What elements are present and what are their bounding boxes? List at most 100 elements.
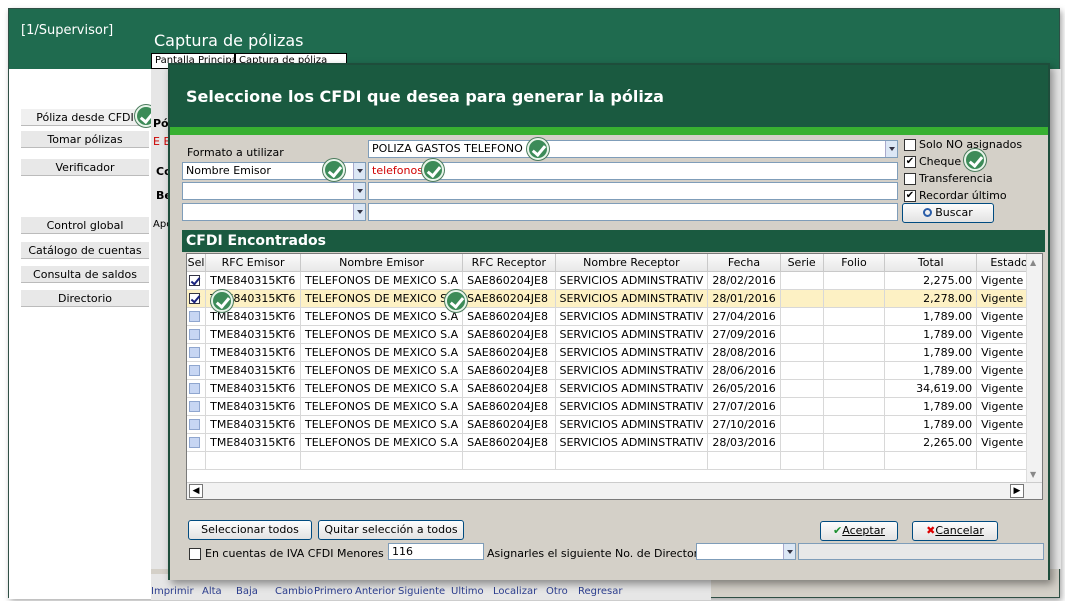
check-badge-icon [323, 159, 345, 181]
option-recordar-ultimo-checkbox[interactable]: ✔ [904, 190, 916, 202]
toolbar-baja[interactable]: Baja [236, 586, 258, 597]
iva-checkbox[interactable] [189, 548, 201, 560]
cell-nombre-emisor: TELEFONOS DE MEXICO S.A [300, 433, 464, 452]
col-nombre-emisor[interactable]: Nombre Emisor [300, 254, 464, 272]
toolbar-cambio[interactable]: Cambio [275, 586, 313, 597]
cell-serie [780, 361, 824, 380]
chevron-down-icon[interactable] [353, 163, 365, 179]
col-serie[interactable]: Serie [780, 254, 824, 272]
clear-selection-button[interactable]: Quitar selección a todos [318, 520, 464, 540]
cell-sel[interactable] [187, 289, 207, 308]
filter2-field-select[interactable] [182, 182, 366, 200]
cell-total: 2,275.00 [884, 271, 978, 290]
row-select-checkbox[interactable] [189, 383, 200, 394]
cell-sel[interactable] [187, 397, 207, 416]
option-solo-no-asignados-checkbox[interactable] [904, 139, 916, 151]
table-row[interactable]: TME840315KT6 TELEFONOS DE MEXICO S.A SAE86… [187, 307, 1042, 326]
sidebar-item-verificador[interactable]: Verificador [21, 159, 149, 176]
sidebar-item-tomar-polizas[interactable]: Tomar pólizas [21, 131, 149, 148]
sidebar-item-consulta-saldos[interactable]: Consulta de saldos [21, 266, 149, 283]
cell-sel[interactable] [187, 325, 207, 344]
search-button[interactable]: Buscar [902, 203, 994, 223]
row-select-checkbox[interactable] [189, 437, 200, 448]
table-row[interactable]: TME840315KT6 TELEFONOS DE MEXICO S.A SAE86… [187, 271, 1042, 290]
cell-sel[interactable] [187, 433, 207, 452]
table-row[interactable]: TME840315KT6 TELEFONOS DE MEXICO S.A SAE86… [187, 415, 1042, 434]
sidebar-item-control-global[interactable]: Control global [21, 217, 149, 234]
option-transferencia-checkbox[interactable] [904, 173, 916, 185]
horizontal-scrollbar[interactable]: ◀ ▶ [187, 482, 1042, 499]
chevron-down-icon[interactable] [783, 544, 795, 559]
row-select-checkbox[interactable] [189, 329, 200, 340]
filter3-value-input[interactable] [368, 203, 898, 221]
accept-button-label: Aceptar [842, 524, 885, 537]
toolbar-siguiente[interactable]: Siguiente [398, 586, 445, 597]
filter1-value-input[interactable]: telefonos [368, 162, 898, 180]
toolbar-localizar[interactable]: Localizar [493, 586, 537, 597]
row-select-checkbox[interactable] [189, 275, 200, 286]
table-row[interactable]: TME840315KT6 TELEFONOS DE MEXICO S.A SAE86… [187, 289, 1042, 308]
col-nombre-receptor[interactable]: Nombre Receptor [555, 254, 709, 272]
col-fecha[interactable]: Fecha [707, 254, 781, 272]
scroll-left-icon[interactable]: ◀ [189, 484, 203, 498]
filter1-field-value: Nombre Emisor [186, 164, 271, 177]
filter2-value-input[interactable] [368, 182, 898, 200]
filter3-field-select[interactable] [182, 203, 366, 221]
row-select-checkbox[interactable] [189, 365, 200, 376]
toolbar-primero[interactable]: Primero [314, 586, 353, 597]
col-rfc-receptor[interactable]: RFC Receptor [462, 254, 556, 272]
accept-button[interactable]: ✔Aceptar [820, 521, 898, 541]
option-cheque-checkbox[interactable]: ✔ [904, 156, 916, 168]
table-row[interactable]: TME840315KT6 TELEFONOS DE MEXICO S.A SAE86… [187, 325, 1042, 344]
col-rfc-emisor[interactable]: RFC Emisor [205, 254, 302, 272]
table-row[interactable]: TME840315KT6 TELEFONOS DE MEXICO S.A SAE86… [187, 379, 1042, 398]
sidebar: Póliza desde CFDI Tomar pólizas Verifica… [9, 69, 157, 599]
cell-sel[interactable] [187, 379, 207, 398]
cancel-button[interactable]: ✖Cancelar [912, 521, 998, 541]
toolbar-imprimir[interactable]: Imprimir [151, 586, 194, 597]
table-row[interactable]: TME840315KT6 TELEFONOS DE MEXICO S.A SAE86… [187, 433, 1042, 452]
select-all-button[interactable]: Seleccionar todos [188, 520, 312, 540]
vertical-scrollbar[interactable]: ▲ ▼ [1026, 254, 1042, 483]
toolbar-anterior[interactable]: Anterior [355, 586, 395, 597]
cell-nombre-receptor: SERVICIOS ADMINSTRATIV [555, 379, 709, 398]
cell-serie [780, 379, 824, 398]
iva-threshold-input[interactable]: 116 [388, 543, 484, 560]
scroll-down-icon[interactable]: ▼ [1030, 470, 1036, 479]
toolbar-otro[interactable]: Otro [546, 586, 568, 597]
cell-sel[interactable] [187, 271, 207, 290]
table-row[interactable]: TME840315KT6 TELEFONOS DE MEXICO S.A SAE86… [187, 361, 1042, 380]
chevron-down-icon[interactable] [885, 141, 897, 157]
col-folio[interactable]: Folio [823, 254, 886, 272]
sidebar-item-catalogo-cuentas[interactable]: Catálogo de cuentas [21, 242, 149, 259]
cell-sel[interactable] [187, 415, 207, 434]
row-select-checkbox[interactable] [189, 419, 200, 430]
toolbar-regresar[interactable]: Regresar [578, 586, 623, 597]
row-select-checkbox[interactable] [189, 311, 200, 322]
chevron-down-icon[interactable] [353, 183, 365, 199]
cell-sel[interactable] [187, 361, 207, 380]
cell-folio [823, 433, 886, 452]
row-select-checkbox[interactable] [189, 401, 200, 412]
chevron-down-icon[interactable] [353, 204, 365, 220]
cell-sel[interactable] [187, 343, 207, 362]
col-sel[interactable]: Sel [187, 254, 207, 272]
cell-rfc-receptor: SAE860204JE8 [462, 307, 556, 326]
cell-empty [555, 451, 709, 470]
cell-total: 1,789.00 [884, 343, 978, 362]
scroll-right-icon[interactable]: ▶ [1010, 484, 1024, 498]
cell-folio [823, 361, 886, 380]
scroll-up-icon[interactable]: ▲ [1030, 258, 1036, 267]
toolbar-ultimo[interactable]: Ultimo [451, 586, 484, 597]
row-select-checkbox[interactable] [189, 293, 200, 304]
sidebar-item-poliza-desde-cfdi[interactable]: Póliza desde CFDI [21, 109, 149, 126]
toolbar-alta[interactable]: Alta [202, 586, 222, 597]
col-total[interactable]: Total [884, 254, 978, 272]
format-select[interactable]: POLIZA GASTOS TELEFONO [368, 140, 898, 158]
row-select-checkbox[interactable] [189, 347, 200, 358]
directory-select[interactable] [696, 543, 796, 560]
sidebar-item-directorio[interactable]: Directorio [21, 290, 149, 307]
table-row[interactable]: TME840315KT6 TELEFONOS DE MEXICO S.A SAE86… [187, 343, 1042, 362]
cell-sel[interactable] [187, 307, 207, 326]
table-row[interactable]: TME840315KT6 TELEFONOS DE MEXICO S.A SAE86… [187, 397, 1042, 416]
